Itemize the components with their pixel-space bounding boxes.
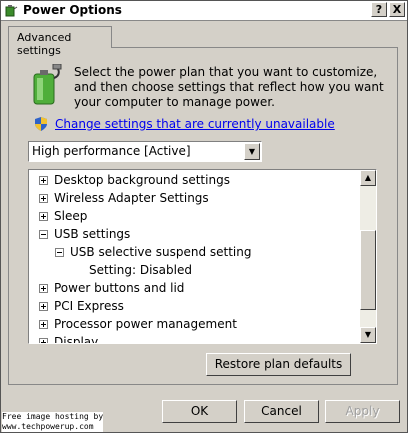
tree-item[interactable]: Power buttons and lid xyxy=(39,279,184,297)
expand-plus-icon[interactable] xyxy=(39,194,48,203)
description-text: Select the power plan that you want to c… xyxy=(74,65,384,109)
watermark: Free image hosting by www.techpowerup.co… xyxy=(2,412,104,432)
tree-item-label: Setting: Disabled xyxy=(89,263,192,277)
tree-item-label: USB selective suspend setting xyxy=(70,245,252,259)
tree-item[interactable]: USB selective suspend setting xyxy=(55,243,251,261)
power-plan-select[interactable]: High performance [Active] ▼ xyxy=(28,141,262,162)
battery-plug-icon xyxy=(33,64,62,105)
cancel-button[interactable]: Cancel xyxy=(244,400,319,423)
help-button[interactable]: ? xyxy=(371,2,387,17)
tab-advanced-settings[interactable]: Advanced settings xyxy=(8,26,112,57)
tree-item[interactable]: Display xyxy=(39,333,99,344)
chevron-down-icon[interactable]: ▼ xyxy=(244,143,260,160)
vertical-scrollbar[interactable]: ▲ ▼ xyxy=(360,170,376,343)
title-bar[interactable]: Power Options ? X xyxy=(1,1,407,21)
tree-item-label: USB settings xyxy=(54,227,131,241)
tree-item-label: Wireless Adapter Settings xyxy=(54,191,209,205)
tree-item-label: Sleep xyxy=(54,209,88,223)
restore-plan-defaults-button[interactable]: Restore plan defaults xyxy=(206,353,351,376)
collapse-minus-icon[interactable] xyxy=(55,248,64,257)
tree-item[interactable]: Desktop background settings xyxy=(39,171,230,189)
change-settings-link[interactable]: Change settings that are currently unava… xyxy=(55,117,335,131)
expand-plus-icon[interactable] xyxy=(39,320,48,329)
tree-item-label: Desktop background settings xyxy=(54,173,230,187)
scrollbar-thumb[interactable] xyxy=(360,230,376,310)
tree-item[interactable]: Processor power management xyxy=(39,315,237,333)
power-options-icon xyxy=(5,5,18,17)
apply-button[interactable]: Apply xyxy=(325,400,400,423)
scroll-up-icon[interactable]: ▲ xyxy=(360,170,376,186)
tree-item[interactable]: USB settings xyxy=(39,225,130,243)
watermark-line-2: www.techpowerup.com xyxy=(2,422,94,431)
expand-plus-icon[interactable] xyxy=(39,212,48,221)
selected-plan: High performance [Active] xyxy=(32,144,191,158)
expand-plus-icon[interactable] xyxy=(39,302,48,311)
tree-item-label: Processor power management xyxy=(54,317,237,331)
ok-button[interactable]: OK xyxy=(162,400,237,423)
tree-item[interactable]: PCI Express xyxy=(39,297,124,315)
tree-item[interactable]: Setting: Disabled xyxy=(89,261,192,279)
tree-item[interactable]: Sleep xyxy=(39,207,87,225)
uac-shield-icon xyxy=(35,117,47,131)
expand-plus-icon[interactable] xyxy=(39,284,48,293)
expand-plus-icon[interactable] xyxy=(39,338,48,343)
settings-tree[interactable]: Desktop background settings Wireless Adap… xyxy=(28,169,377,344)
window-title: Power Options xyxy=(23,3,122,17)
tree-item-label: PCI Express xyxy=(54,299,124,313)
tree-item[interactable]: Wireless Adapter Settings xyxy=(39,189,209,207)
watermark-line-1: Free image hosting by xyxy=(2,412,104,421)
collapse-minus-icon[interactable] xyxy=(39,230,48,239)
tab-label: Advanced settings xyxy=(17,31,72,57)
tree-item-label: Display xyxy=(54,335,99,344)
tree-item-label: Power buttons and lid xyxy=(54,281,185,295)
close-button[interactable]: X xyxy=(389,2,405,17)
scroll-down-icon[interactable]: ▼ xyxy=(360,327,376,343)
expand-plus-icon[interactable] xyxy=(39,176,48,185)
